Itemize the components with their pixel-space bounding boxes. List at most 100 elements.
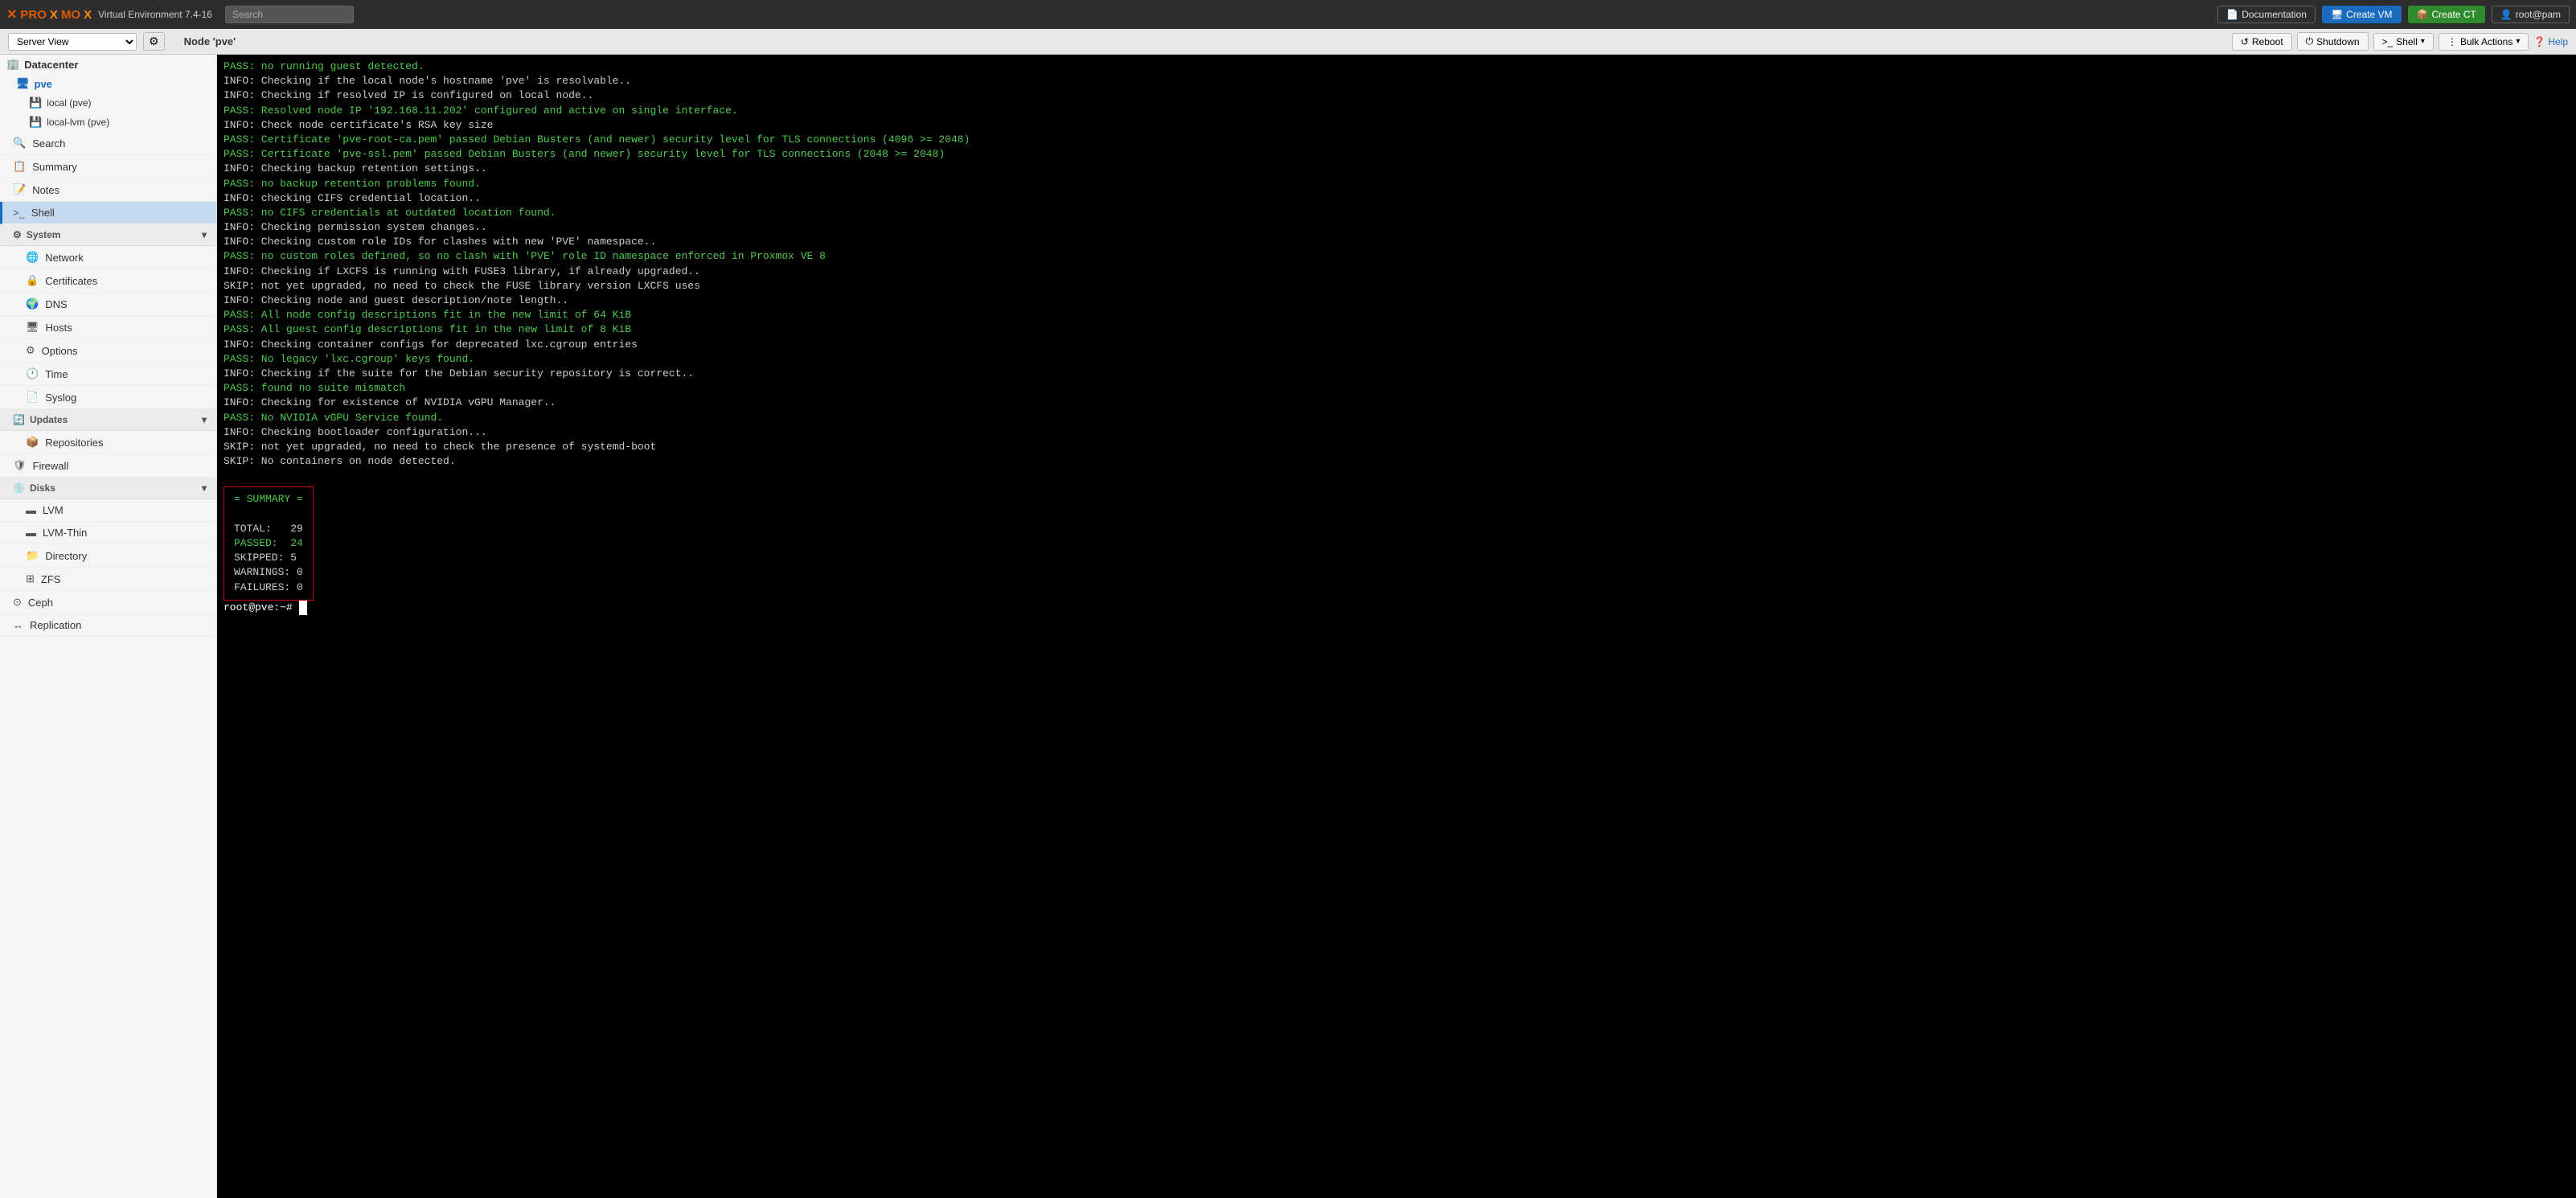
zfs-icon: ⊞: [26, 572, 35, 585]
terminal-line: INFO: Checking backup retention settings…: [224, 162, 2570, 176]
repos-icon: 📦: [26, 436, 39, 449]
terminal-line: PASS: no backup retention problems found…: [224, 177, 2570, 191]
terminal-line: INFO: Checking if the local node's hostn…: [224, 74, 2570, 88]
topbar: ✕ PROXMOX Virtual Environment 7.4-16 📄 D…: [0, 0, 2576, 29]
ceph-icon: ⊙: [13, 596, 22, 609]
proxmox-logo: ✕ PROXMOX Virtual Environment 7.4-16: [6, 6, 212, 23]
summary-warnings: WARNINGS: 0: [234, 565, 303, 580]
action-buttons: ↺ Reboot ⏻ Shutdown >_ Shell ▾ ⋮ Bulk Ac…: [2232, 32, 2568, 51]
logo-text-x: X: [50, 8, 58, 22]
user-menu-button[interactable]: 👤 root@pam: [2492, 6, 2570, 23]
cert-icon: 🔒: [26, 274, 39, 287]
terminal-line: INFO: Checking if the suite for the Debi…: [224, 367, 2570, 381]
terminal-line: PASS: All node config descriptions fit i…: [224, 308, 2570, 322]
terminal-line: SKIP: not yet upgraded, no need to check…: [224, 279, 2570, 293]
notes-icon: 📝: [13, 183, 26, 196]
settings-button[interactable]: ⚙: [143, 32, 165, 51]
sidebar-item-local-lvm[interactable]: 💾 local-lvm (pve): [0, 113, 216, 132]
terminal-line: INFO: Checking bootloader configuration.…: [224, 425, 2570, 440]
shutdown-icon: ⏻: [2306, 35, 2314, 47]
logo-icon: ✕: [6, 6, 17, 23]
terminal-line: PASS: No legacy 'lxc.cgroup' keys found.: [224, 352, 2570, 367]
nav-item-shell[interactable]: >_ Shell: [0, 202, 216, 224]
server-view-select[interactable]: Server View: [8, 33, 137, 51]
terminal-line: INFO: Checking custom role IDs for clash…: [224, 235, 2570, 249]
nav-item-network[interactable]: 🌐 Network: [0, 246, 216, 269]
global-search-input[interactable]: [225, 6, 354, 23]
nav-item-zfs[interactable]: ⊞ ZFS: [0, 568, 216, 591]
version-label: Virtual Environment 7.4-16: [98, 9, 212, 20]
nav-section-updates[interactable]: 🔄 Updates ▾: [0, 409, 216, 431]
main-layout: 🏢 Datacenter 🖥 pve 💾 local (pve) 💾 local…: [0, 55, 2576, 1198]
subbar: Server View ⚙ Node 'pve' ↺ Reboot ⏻ Shut…: [0, 29, 2576, 55]
reboot-button[interactable]: ↺ Reboot: [2232, 33, 2292, 51]
nav-section-disks[interactable]: 💿 Disks ▾: [0, 478, 216, 499]
terminal-line: INFO: checking CIFS credential location.…: [224, 191, 2570, 206]
pve-icon: 🖥: [16, 77, 30, 90]
storage-icon: 💾: [29, 96, 42, 109]
menu-icon: ⋮: [2447, 36, 2457, 47]
nav-item-replication[interactable]: ↔ Replication: [0, 614, 216, 637]
create-vm-button[interactable]: 🖥 Create VM: [2322, 6, 2402, 23]
nav-item-firewall[interactable]: 🛡 Firewall: [0, 454, 216, 478]
summary-skipped: SKIPPED: 5: [234, 551, 303, 565]
nav-item-dns[interactable]: 🌍 DNS: [0, 293, 216, 316]
nav-item-directory[interactable]: 📁 Directory: [0, 544, 216, 568]
terminal-line: INFO: Checking if LXCFS is running with …: [224, 265, 2570, 279]
terminal-line: INFO: Checking for existence of NVIDIA v…: [224, 396, 2570, 410]
nav-item-ceph[interactable]: ⊙ Ceph: [0, 591, 216, 614]
summary-box: = SUMMARY =TOTAL: 29PASSED: 24SKIPPED: 5…: [224, 486, 314, 600]
firewall-icon: 🛡: [13, 459, 27, 472]
terminal-line: INFO: Checking node and guest descriptio…: [224, 293, 2570, 308]
nav-item-syslog[interactable]: 📄 Syslog: [0, 386, 216, 409]
updates-section-icon: 🔄: [13, 414, 25, 425]
terminal-line: PASS: All guest config descriptions fit …: [224, 322, 2570, 337]
replication-icon: ↔: [13, 619, 23, 631]
nav-item-summary[interactable]: 📋 Summary: [0, 155, 216, 178]
nav-section-system[interactable]: ⚙ System ▾: [0, 224, 216, 246]
sidebar-item-datacenter[interactable]: 🏢 Datacenter: [0, 55, 216, 74]
shell-button[interactable]: >_ Shell ▾: [2373, 33, 2434, 51]
nav-item-repositories[interactable]: 📦 Repositories: [0, 431, 216, 454]
system-expand-icon: ▾: [202, 229, 207, 240]
shutdown-button[interactable]: ⏻ Shutdown: [2297, 32, 2369, 51]
time-icon: 🕐: [26, 367, 39, 380]
logo-text-mo: MO: [61, 8, 80, 22]
datacenter-icon: 🏢: [6, 58, 19, 71]
sidebar-item-local[interactable]: 💾 local (pve): [0, 93, 216, 113]
nav-item-lvm-thin[interactable]: ▬ LVM-Thin: [0, 522, 216, 544]
search-nav-icon: 🔍: [13, 137, 26, 150]
create-ct-button[interactable]: 📦 Create CT: [2408, 6, 2485, 23]
nav-item-options[interactable]: ⚙ Options: [0, 339, 216, 363]
terminal-prompt: root@pve:~#: [224, 601, 2570, 615]
sidebar: 🏢 Datacenter 🖥 pve 💾 local (pve) 💾 local…: [0, 55, 217, 1198]
ct-icon: 📦: [2417, 9, 2429, 20]
lvm-thin-icon: ▬: [26, 527, 36, 539]
nav-item-lvm[interactable]: ▬ LVM: [0, 499, 216, 522]
terminal-line: INFO: Checking container configs for dep…: [224, 338, 2570, 352]
updates-expand-icon: ▾: [202, 414, 207, 425]
nav-item-hosts[interactable]: 🖥 Hosts: [0, 316, 216, 339]
terminal-line: PASS: Certificate 'pve-root-ca.pem' pass…: [224, 133, 2570, 147]
shell-icon: >_: [2382, 36, 2393, 47]
nav-item-search[interactable]: 🔍 Search: [0, 132, 216, 155]
lvm-nav-icon: ▬: [26, 504, 36, 516]
syslog-icon: 📄: [26, 391, 39, 404]
summary-title: = SUMMARY =: [234, 492, 303, 507]
node-title: Node 'pve': [184, 35, 236, 47]
disks-section-icon: 💿: [13, 482, 25, 494]
documentation-button[interactable]: 📄 Documentation: [2217, 6, 2316, 23]
disks-expand-icon: ▾: [202, 482, 207, 494]
bulk-actions-button[interactable]: ⋮ Bulk Actions ▾: [2439, 33, 2529, 51]
summary-total: TOTAL: 29: [234, 522, 303, 536]
nav-item-time[interactable]: 🕐 Time: [0, 363, 216, 386]
nav-item-certificates[interactable]: 🔒 Certificates: [0, 269, 216, 293]
terminal[interactable]: PASS: no running guest detected.INFO: Ch…: [217, 55, 2576, 1198]
nav-item-notes[interactable]: 📝 Notes: [0, 178, 216, 202]
options-icon: ⚙: [26, 344, 35, 357]
terminal-cursor: [299, 601, 307, 615]
terminal-line: PASS: no CIFS credentials at outdated lo…: [224, 206, 2570, 220]
sidebar-item-pve[interactable]: 🖥 pve: [0, 74, 216, 93]
terminal-line: PASS: found no suite mismatch: [224, 381, 2570, 396]
help-button[interactable]: ❓ Help: [2533, 36, 2568, 47]
